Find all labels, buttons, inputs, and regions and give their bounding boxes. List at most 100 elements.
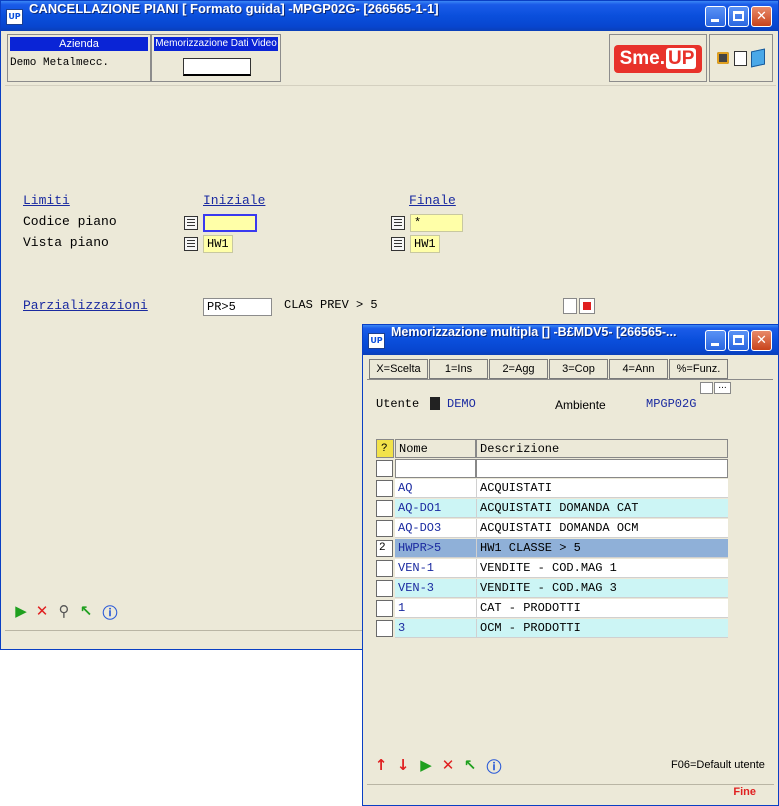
vista-end-lookup-icon[interactable] [391, 237, 405, 251]
btn-ann[interactable]: 4=Ann [609, 359, 668, 379]
row-select-cell[interactable] [376, 480, 393, 497]
smeup-logo-box: Sme. UP [609, 34, 707, 82]
ambiente-label: Ambiente [555, 398, 606, 412]
row-nome: VEN-1 [395, 559, 476, 578]
row-descrizione: ACQUISTATI DOMANDA CAT [476, 499, 728, 518]
row-nome: 3 [395, 619, 476, 638]
logo-text-left: Sme. [619, 48, 665, 69]
row-select-cell[interactable]: 2 [376, 540, 393, 557]
row-select-cell[interactable] [376, 500, 393, 517]
btn-agg[interactable]: 2=Agg [489, 359, 548, 379]
close-icon: ✕ [756, 9, 767, 24]
ambiente-value: MPGP02G [646, 397, 697, 411]
popup-minimize-button[interactable] [705, 330, 726, 351]
memo-dati-box: Memorizzazione Dati Video [151, 34, 281, 82]
grid-header-nome[interactable]: Nome [395, 439, 476, 458]
arrow-down-icon[interactable]: ↓ [395, 756, 411, 774]
table-row[interactable]: AQ ACQUISTATI [376, 479, 728, 499]
close-button[interactable]: ✕ [751, 6, 772, 27]
app-icon: UP [6, 9, 23, 25]
iniziale-heading: Iniziale [203, 193, 266, 208]
memo-dati-input[interactable] [183, 58, 251, 76]
codice-piano-label: Codice piano [23, 214, 117, 229]
grid-header-descrizione[interactable]: Descrizione [476, 439, 728, 458]
btn-funz[interactable]: %=Funz. [669, 359, 728, 379]
limiti-heading: Limiti [23, 193, 70, 208]
vista-start-lookup-icon[interactable] [184, 237, 198, 251]
vista-piano-end-input[interactable]: HW1 [410, 235, 440, 253]
red-square-icon [583, 302, 591, 310]
row-descrizione: ACQUISTATI DOMANDA OCM [476, 519, 728, 538]
codice-end-lookup-icon[interactable] [391, 216, 405, 230]
header-panel: Azienda Demo Metalmecc. Memorizzazione D… [5, 33, 776, 85]
back-arrow-icon[interactable]: ↖ [462, 756, 478, 774]
checkbox-blank[interactable] [563, 298, 577, 314]
popup-window-title: Memorizzazione multipla [] -B£MDV5- [266… [391, 325, 677, 339]
main-window-title: CANCELLAZIONE PIANI [ Formato guida] -MP… [29, 1, 439, 16]
confirm-play-icon[interactable]: ▶ [13, 602, 29, 620]
parzializzazioni-input[interactable]: PR>5 [203, 298, 272, 316]
cancel-x-icon[interactable]: ✕ [440, 756, 456, 774]
popup-titlebar[interactable]: UP Memorizzazione multipla [] -B£MDV5- [… [363, 325, 778, 355]
row-descrizione: VENDITE - COD.MAG 3 [476, 579, 728, 598]
table-row[interactable]: 2 HWPR>5 HW1 CLASSE > 5 [376, 539, 728, 559]
codice-piano-end-input[interactable]: * [410, 214, 463, 232]
maximize-icon [733, 11, 744, 21]
logo-text-right: UP [666, 48, 697, 69]
row-select-cell[interactable] [376, 580, 393, 597]
row-select-cell[interactable] [376, 560, 393, 577]
book-icon[interactable] [751, 48, 765, 68]
btn-ins[interactable]: 1=Ins [429, 359, 488, 379]
popup-maximize-button[interactable] [728, 330, 749, 351]
table-row[interactable]: AQ-DO3 ACQUISTATI DOMANDA OCM [376, 519, 728, 539]
info-icon[interactable]: ⓘ [102, 602, 118, 622]
popup-statusbar: Fine [367, 784, 774, 803]
back-arrow-icon[interactable]: ↖ [78, 602, 94, 620]
main-titlebar[interactable]: UP CANCELLAZIONE PIANI [ Formato guida] … [1, 1, 778, 31]
row-nome: HWPR>5 [395, 539, 476, 558]
row-select-cell[interactable] [376, 520, 393, 537]
row-nome: AQ-DO3 [395, 519, 476, 538]
table-row[interactable]: VEN-3 VENDITE - COD.MAG 3 [376, 579, 728, 599]
notes-icon[interactable] [734, 51, 747, 66]
minimize-button[interactable] [705, 6, 726, 27]
vista-piano-start-input[interactable]: HW1 [203, 235, 233, 253]
minimize-icon [711, 19, 719, 22]
codice-start-lookup-icon[interactable] [184, 216, 198, 230]
popup-close-button[interactable]: ✕ [751, 330, 772, 351]
row-descrizione: OCM - PRODOTTI [476, 619, 728, 638]
azienda-box: Azienda Demo Metalmecc. [7, 34, 151, 82]
table-row[interactable]: VEN-1 VENDITE - COD.MAG 1 [376, 559, 728, 579]
grid-filter-row [376, 459, 728, 479]
maximize-button[interactable] [728, 6, 749, 27]
filter-nome-input[interactable] [395, 459, 476, 478]
filter-select-cell[interactable] [376, 460, 393, 477]
filter-descrizione-input[interactable] [476, 459, 728, 478]
header-tools-box [709, 34, 773, 82]
cancel-x-icon[interactable]: ✕ [34, 602, 50, 620]
codice-piano-start-input[interactable] [203, 214, 257, 232]
minimize-panel-icon[interactable] [700, 382, 713, 394]
row-select-cell[interactable] [376, 600, 393, 617]
azienda-caption: Azienda [10, 37, 148, 51]
monitor-icon[interactable] [717, 52, 729, 64]
more-options-icon[interactable]: ... [714, 382, 731, 394]
red-flag-box[interactable] [579, 298, 595, 314]
maximize-icon [733, 335, 744, 345]
row-descrizione: HW1 CLASSE > 5 [476, 539, 728, 558]
btn-cop[interactable]: 3=Cop [549, 359, 608, 379]
info-icon[interactable]: ⓘ [486, 756, 502, 776]
grid-header-select: ? [376, 439, 394, 458]
parzializzazioni-link[interactable]: Parzializzazioni [23, 298, 148, 313]
confirm-play-icon[interactable]: ▶ [418, 756, 434, 774]
status-text: Fine [733, 786, 756, 798]
arrow-up-icon[interactable]: ↑ [373, 756, 389, 774]
table-row[interactable]: AQ-DO1 ACQUISTATI DOMANDA CAT [376, 499, 728, 519]
search-icon[interactable]: ⚲ [56, 602, 72, 620]
table-row[interactable]: 1 CAT - PRODOTTI [376, 599, 728, 619]
toolbar-divider [367, 379, 773, 380]
btn-scelta[interactable]: X=Scelta [369, 359, 428, 379]
table-row[interactable]: 3 OCM - PRODOTTI [376, 619, 728, 639]
row-select-cell[interactable] [376, 620, 393, 637]
row-nome: AQ [395, 479, 476, 498]
